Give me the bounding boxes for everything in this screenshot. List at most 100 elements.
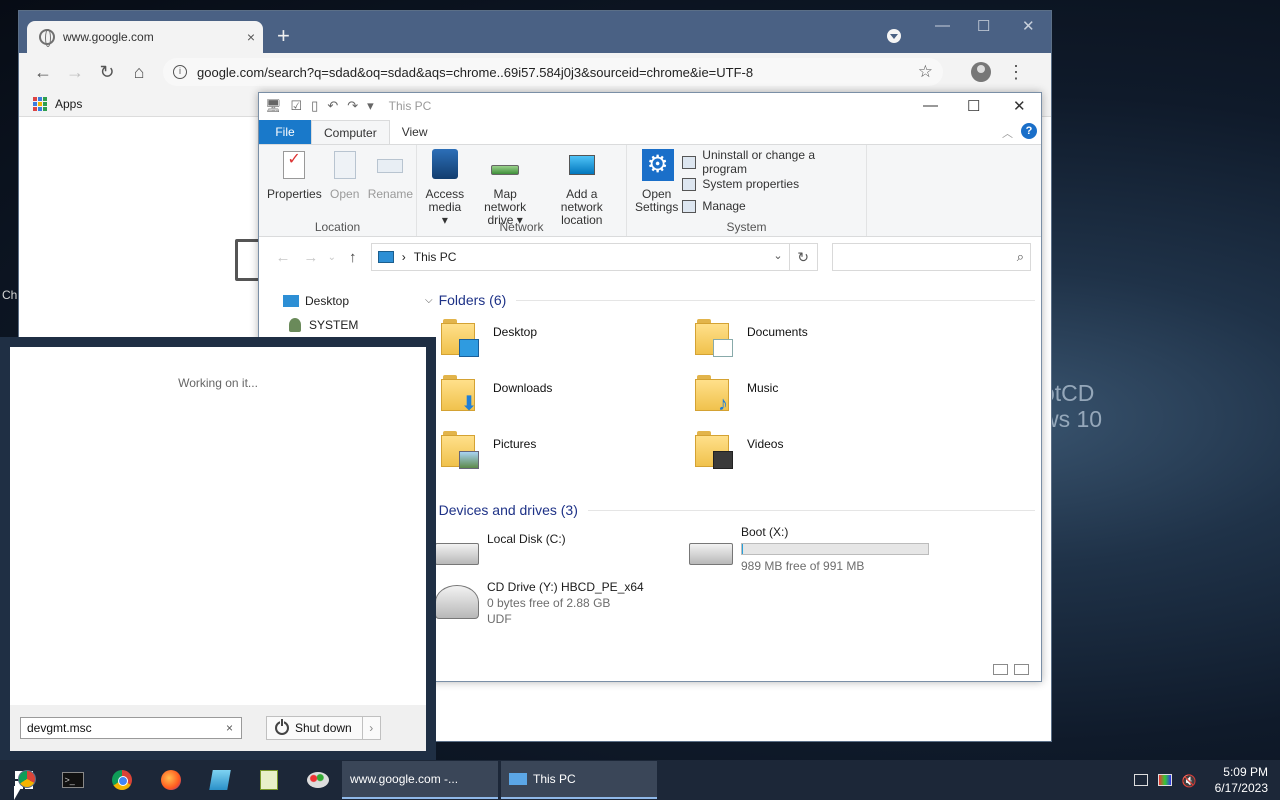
manage-button[interactable]: Manage: [682, 195, 862, 217]
folder-pictures[interactable]: Pictures: [423, 431, 677, 487]
home-icon[interactable]: ⌂: [123, 62, 155, 83]
taskbar-chrome[interactable]: [97, 760, 146, 800]
notes-icon: [208, 770, 231, 790]
chevron-down-icon: ⌵: [425, 294, 433, 306]
large-icons-view-icon[interactable]: [1014, 664, 1029, 675]
bookmark-star-icon[interactable]: ☆: [918, 62, 933, 82]
maximize-icon[interactable]: ☐: [977, 17, 990, 35]
tab-view[interactable]: View: [390, 120, 440, 144]
redo-icon[interactable]: ↷: [347, 98, 358, 114]
profile-menu-icon[interactable]: [887, 29, 901, 43]
breadcrumb[interactable]: This PC: [414, 250, 457, 264]
search-input[interactable]: ⌕: [831, 243, 1031, 271]
clock[interactable]: 5:09 PM 6/17/2023: [1215, 764, 1268, 796]
desktop-icon-label[interactable]: Ch: [2, 288, 17, 302]
ribbon-tabs: File Computer View ︿ ?: [259, 119, 1041, 145]
apps-grid-icon[interactable]: [33, 96, 47, 111]
properties-icon: [283, 151, 306, 179]
minimize-icon[interactable]: —: [923, 97, 938, 114]
this-pc-icon: [509, 773, 527, 785]
chart-icon: [259, 770, 278, 790]
refresh-icon[interactable]: ↻: [789, 243, 818, 271]
taskbar-cmd[interactable]: >_: [48, 760, 97, 800]
collapse-ribbon-icon[interactable]: ︿: [1002, 125, 1013, 141]
taskbar-monitor[interactable]: [244, 760, 293, 800]
forward-icon[interactable]: →: [297, 249, 325, 266]
recent-locations-icon[interactable]: ⌄: [325, 252, 339, 263]
forward-icon[interactable]: →: [59, 62, 91, 83]
shutdown-button[interactable]: Shut down ›: [266, 716, 381, 740]
group-network: Access media ▾ Map network drive ▾ Add a…: [417, 145, 627, 236]
nav-item-desktop[interactable]: Desktop: [259, 289, 421, 313]
view-switcher: [993, 664, 1029, 675]
taskbar-window-explorer[interactable]: This PC: [501, 761, 657, 799]
volume-muted-icon[interactable]: 🔇: [1182, 774, 1197, 788]
gear-icon: ⚙: [641, 149, 674, 181]
network-location-icon: [568, 155, 595, 175]
folder-pictures-icon: [441, 431, 479, 469]
close-tab-icon[interactable]: ×: [247, 29, 255, 45]
minimize-icon[interactable]: —: [935, 17, 950, 34]
drive-y[interactable]: CD Drive (Y:) HBCD_PE_x64 0 bytes free o…: [423, 579, 677, 639]
close-icon[interactable]: ✕: [1013, 97, 1026, 115]
help-icon[interactable]: ?: [1021, 123, 1037, 139]
folder-downloads[interactable]: ⬇ Downloads: [423, 375, 677, 431]
group-system: ⚙ Open Settings Uninstall or change a pr…: [627, 145, 867, 236]
drive-c[interactable]: Local Disk (C:): [423, 525, 677, 579]
taskbar-paint[interactable]: [293, 760, 342, 800]
back-icon[interactable]: ←: [269, 249, 297, 266]
start-footer: devgmt.msc × Shut down ›: [10, 705, 426, 751]
folder-music[interactable]: ♪ Music: [677, 375, 931, 431]
folder-videos[interactable]: Videos: [677, 431, 931, 487]
hard-drive-icon: [435, 543, 479, 565]
new-tab-button[interactable]: +: [277, 23, 290, 49]
undo-icon[interactable]: ↶: [327, 98, 338, 114]
network-icon[interactable]: [1133, 774, 1148, 786]
network-drive-icon: [491, 165, 520, 175]
back-icon[interactable]: ←: [27, 62, 59, 83]
info-icon[interactable]: i: [173, 65, 187, 79]
avatar-icon[interactable]: [971, 62, 991, 82]
close-icon[interactable]: ✕: [1022, 17, 1035, 35]
taskbar-firefox[interactable]: [146, 760, 195, 800]
search-input[interactable]: devgmt.msc ×: [20, 717, 242, 739]
taskbar-notes[interactable]: [195, 760, 244, 800]
drives-header[interactable]: ⌵ Devices and drives (3): [423, 499, 1035, 521]
breadcrumb-separator[interactable]: ›: [402, 250, 406, 264]
shutdown-options-icon[interactable]: ›: [361, 717, 380, 739]
system-properties-button[interactable]: System properties: [682, 173, 862, 195]
drive-x[interactable]: Boot (X:) 989 MB free of 991 MB: [677, 525, 931, 579]
apps-bookmark[interactable]: Apps: [55, 97, 82, 111]
desktop-icon: [283, 295, 299, 307]
clear-icon[interactable]: ×: [226, 721, 233, 735]
display-icon[interactable]: [1157, 774, 1172, 786]
chrome-tab[interactable]: www.google.com ×: [27, 21, 263, 53]
url-text[interactable]: google.com/search?q=sdad&oq=sdad&aqs=chr…: [197, 65, 918, 80]
rename-icon: [377, 159, 404, 173]
reload-icon[interactable]: ↻: [91, 62, 123, 83]
power-icon: [275, 719, 289, 735]
time: 5:09 PM: [1223, 765, 1268, 779]
tab-file[interactable]: File: [259, 120, 311, 144]
folders-header[interactable]: ⌵ Folders (6): [423, 289, 1035, 311]
nav-item-system[interactable]: SYSTEM: [259, 313, 421, 337]
ribbon: Properties Open Rename Location Access m…: [259, 145, 1041, 237]
folder-documents[interactable]: Documents: [677, 319, 931, 375]
folder-desktop[interactable]: Desktop: [423, 319, 677, 375]
address-bar[interactable]: i google.com/search?q=sdad&oq=sdad&aqs=c…: [163, 58, 943, 86]
tab-computer[interactable]: Computer: [311, 120, 390, 144]
details-view-icon[interactable]: [993, 664, 1008, 675]
quick-access-dropdown-icon[interactable]: ▾: [367, 98, 374, 114]
taskbar-window-chrome[interactable]: www.google.com -...: [18, 761, 498, 799]
paint-icon: [306, 772, 329, 788]
properties-quick-icon[interactable]: ☑: [291, 98, 303, 114]
maximize-icon[interactable]: ☐: [967, 97, 980, 115]
address-bar[interactable]: › This PC ⌄: [370, 243, 790, 271]
uninstall-program-button[interactable]: Uninstall or change a program: [682, 148, 862, 176]
up-icon[interactable]: ↑: [339, 249, 367, 266]
new-folder-quick-icon[interactable]: ▯: [311, 98, 318, 114]
folder-music-icon: ♪: [695, 375, 733, 414]
chevron-down-icon[interactable]: ⌄: [773, 249, 782, 262]
menu-icon[interactable]: ⋮: [1007, 62, 1025, 83]
search-value[interactable]: devgmt.msc: [27, 721, 92, 735]
